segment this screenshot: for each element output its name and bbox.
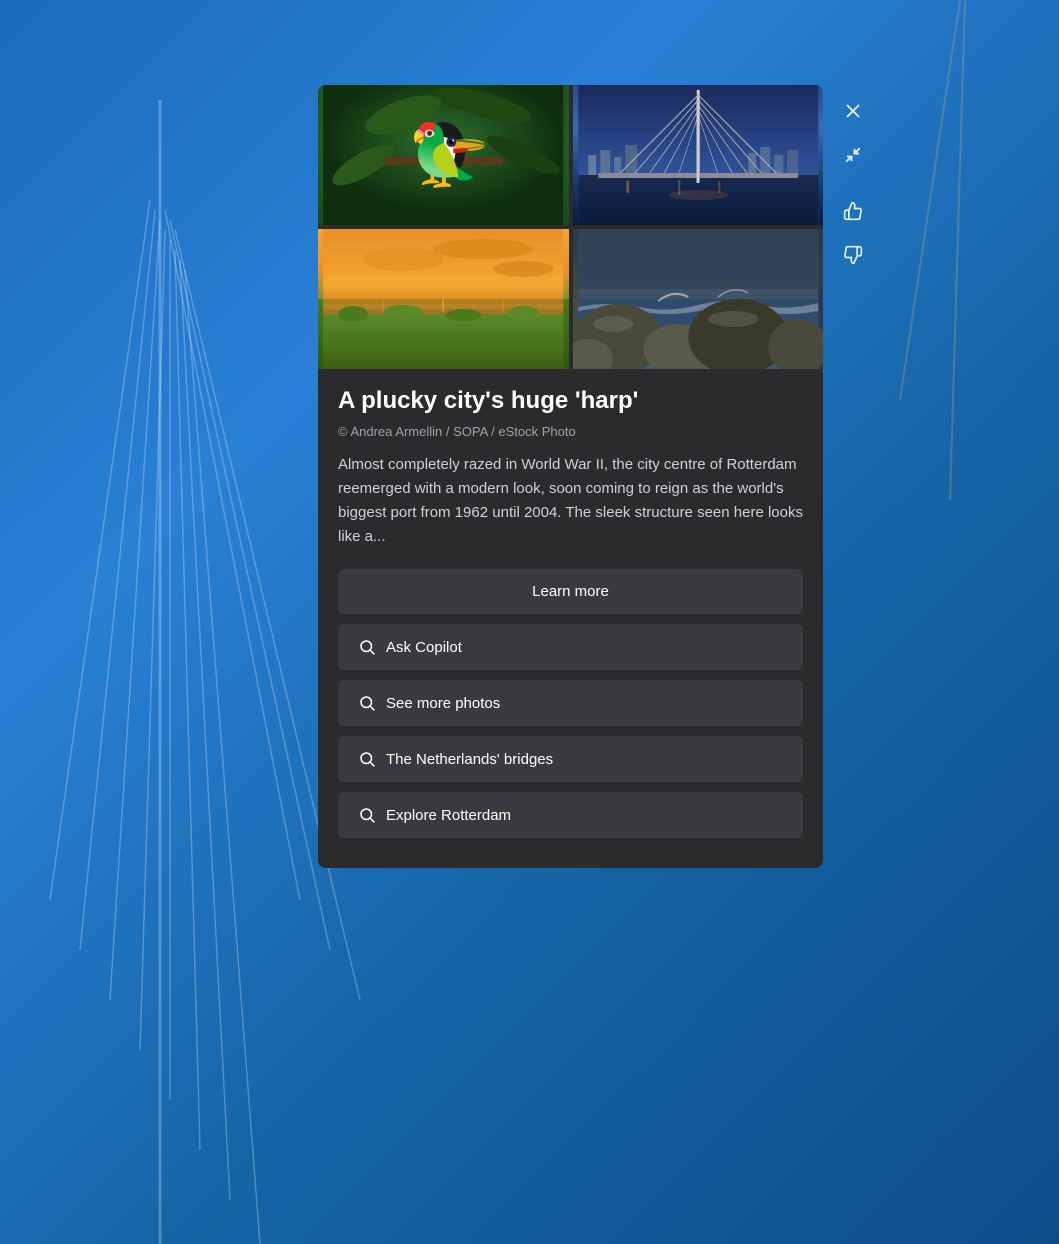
see-more-photos-label: See more photos [386,695,500,712]
ask-copilot-button[interactable]: Ask Copilot [338,624,803,670]
photo-bridge[interactable] [573,85,824,225]
collapse-icon [844,146,862,164]
thumbs-up-icon [843,201,863,221]
close-button[interactable] [835,93,871,129]
photo-grid [318,85,823,369]
panel-description: Almost completely razed in World War II,… [338,453,803,549]
search-icon-bridges [358,750,376,768]
search-icon [358,638,376,656]
search-icon-rotterdam [358,806,376,824]
ask-copilot-label: Ask Copilot [386,639,462,656]
photo-wetlands[interactable] [318,229,569,369]
explore-rotterdam-label: Explore Rotterdam [386,807,511,824]
close-icon [844,102,862,120]
panel-title: A plucky city's huge 'harp' [338,385,803,416]
search-icon-photos [358,694,376,712]
panel-content: A plucky city's huge 'harp' © Andrea Arm… [318,369,823,549]
collapse-button[interactable] [835,137,871,173]
thumbs-up-button[interactable] [835,193,871,229]
photo-toucan[interactable] [318,85,569,225]
panel-container: A plucky city's huge 'harp' © Andrea Arm… [318,85,928,868]
photo-rocks[interactable] [573,229,824,369]
explore-rotterdam-button[interactable]: Explore Rotterdam [338,792,803,838]
thumbs-down-icon [843,245,863,265]
learn-more-button[interactable]: Learn more [338,569,803,614]
see-more-photos-button[interactable]: See more photos [338,680,803,726]
thumbs-down-button[interactable] [835,237,871,273]
main-panel: A plucky city's huge 'harp' © Andrea Arm… [318,85,823,868]
panel-credit: © Andrea Armellin / SOPA / eStock Photo [338,424,803,439]
netherlands-bridges-button[interactable]: The Netherlands' bridges [338,736,803,782]
netherlands-bridges-label: The Netherlands' bridges [386,751,553,768]
sidebar-icons [829,85,877,868]
actions-container: Learn more Ask Copilot See more photos [318,569,823,838]
